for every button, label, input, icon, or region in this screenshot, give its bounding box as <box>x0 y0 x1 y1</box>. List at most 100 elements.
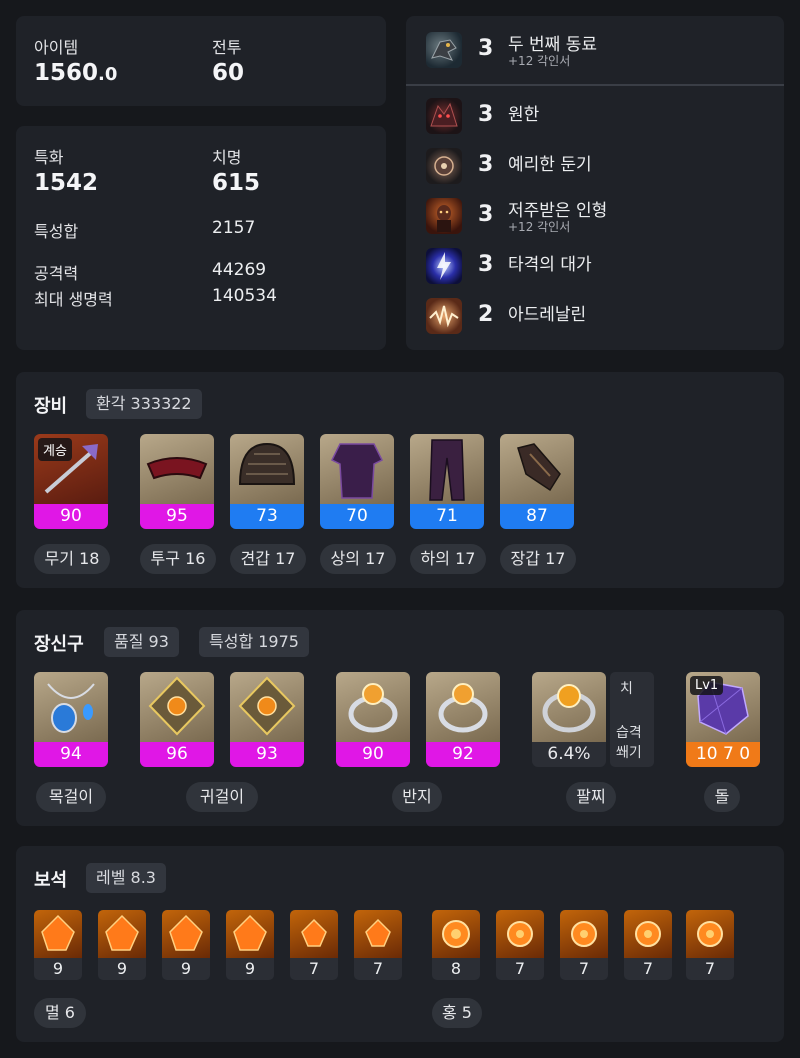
accessory-label-necklace: 목걸이 <box>36 782 106 812</box>
annihilation-gem[interactable]: 7 <box>290 910 338 980</box>
gem-level: 7 <box>290 958 338 980</box>
accessory-label-earring: 귀걸이 <box>186 782 258 812</box>
earring-icon <box>230 672 304 742</box>
equip-slot-shoulder[interactable]: 73 <box>230 434 304 529</box>
crimson-gem-icon <box>432 910 480 958</box>
engraving-row[interactable]: 3 원한 <box>426 96 786 136</box>
engraving-name: 원한 <box>508 105 540 125</box>
crimson-gem[interactable]: 7 <box>686 910 734 980</box>
annihilation-gem[interactable]: 9 <box>162 910 210 980</box>
attack-label: 공격력 <box>34 264 79 283</box>
annihilation-count-label: 멸 6 <box>34 998 86 1028</box>
bracelet-value: 6.4% <box>532 742 606 767</box>
ability-stone[interactable]: Lv1 10 7 0 <box>686 672 760 767</box>
inherit-tag: 계승 <box>38 438 72 461</box>
helmet-icon <box>140 434 214 504</box>
engraving-level: 3 <box>478 36 494 61</box>
crimson-gem-icon <box>496 910 544 958</box>
crit-value: 615 <box>212 170 261 196</box>
engravings-panel: 3 두 번째 동료 +12 각인서 3 원한 3 예리한 둔기 3 저주받은 인… <box>406 16 784 350</box>
gem-level: 7 <box>560 958 608 980</box>
annihilation-gem-icon <box>34 910 82 958</box>
annihilation-gem-icon <box>98 910 146 958</box>
crimson-gem[interactable]: 7 <box>496 910 544 980</box>
gems-panel: 보석 레벨 8.3 9 9 9 9 7 7 8 7 7 7 7 멸 6 홍 5 <box>16 846 784 1042</box>
quality-value: 95 <box>140 504 214 529</box>
crimson-gem[interactable]: 7 <box>560 910 608 980</box>
quality-value: 70 <box>320 504 394 529</box>
equip-slot-gloves[interactable]: 87 <box>500 434 574 529</box>
quality-value: 96 <box>140 742 214 767</box>
gem-level: 9 <box>98 958 146 980</box>
accessory-quality-chip: 품질 93 <box>104 627 179 657</box>
bracelet-effect-wedge: 쐐기 <box>616 745 642 761</box>
annihilation-gem[interactable]: 9 <box>226 910 274 980</box>
stone-value: 10 7 0 <box>686 742 760 767</box>
engraving-level: 3 <box>478 102 494 127</box>
accessories-title: 장신구 <box>34 634 84 655</box>
accessory-earring-1[interactable]: 96 <box>140 672 214 767</box>
gloves-icon <box>500 434 574 504</box>
gem-level: 9 <box>34 958 82 980</box>
gem-level-chip: 레벨 8.3 <box>86 863 166 893</box>
quality-value: 71 <box>410 504 484 529</box>
quality-value: 92 <box>426 742 500 767</box>
accessory-label-ring: 반지 <box>392 782 442 812</box>
annihilation-gem[interactable]: 9 <box>34 910 82 980</box>
equip-label-shoulder: 견갑 17 <box>230 544 306 574</box>
crimson-gem-icon <box>560 910 608 958</box>
necklace-icon <box>34 672 108 742</box>
accessories-panel: 장신구 품질 93 특성합 1975 94 96 93 90 92 6.4% 치… <box>16 610 784 826</box>
combat-level-value: 60 <box>212 60 245 86</box>
equip-slot-chest[interactable]: 70 <box>320 434 394 529</box>
max-hp-label: 최대 생명력 <box>34 290 113 309</box>
gem-level: 9 <box>162 958 210 980</box>
gem-level: 7 <box>624 958 672 980</box>
engraving-row[interactable]: 3 예리한 둔기 <box>426 146 786 186</box>
accessory-ring-1[interactable]: 90 <box>336 672 410 767</box>
spec-label: 특화 <box>34 148 64 167</box>
engraving-row[interactable]: 3 타격의 대가 <box>426 246 786 286</box>
gem-level: 7 <box>686 958 734 980</box>
equipment-panel: 장비 환각 333322 계승 90 95 73 70 71 87 무기 18 … <box>16 372 784 588</box>
crimson-count-label: 홍 5 <box>432 998 482 1028</box>
crimson-gem-icon <box>624 910 672 958</box>
equip-slot-pants[interactable]: 71 <box>410 434 484 529</box>
annihilation-gem[interactable]: 9 <box>98 910 146 980</box>
pants-icon <box>410 434 484 504</box>
engraving-book: +12 각인서 <box>508 54 571 68</box>
crimson-gem[interactable]: 7 <box>624 910 672 980</box>
bracelet-icon <box>532 672 606 742</box>
equip-label-chest: 상의 17 <box>320 544 396 574</box>
annihilation-gem-icon <box>226 910 274 958</box>
total-stat-label: 특성합 <box>34 222 79 241</box>
accessory-earring-2[interactable]: 93 <box>230 672 304 767</box>
quality-value: 94 <box>34 742 108 767</box>
engraving-name: 아드레날린 <box>508 305 587 325</box>
quality-value: 90 <box>34 504 108 529</box>
crimson-gem[interactable]: 8 <box>432 910 480 980</box>
engraving-row[interactable]: 2 아드레날린 <box>426 296 786 336</box>
engraving-row[interactable]: 3 저주받은 인형 +12 각인서 <box>426 196 786 236</box>
equip-slot-helmet[interactable]: 95 <box>140 434 214 529</box>
attack-value: 44269 <box>212 260 267 280</box>
equip-label-pants: 하의 17 <box>410 544 486 574</box>
engraving-name: 타격의 대가 <box>508 255 592 275</box>
equip-slot-weapon[interactable]: 계승 90 <box>34 434 108 529</box>
accessory-ring-2[interactable]: 92 <box>426 672 500 767</box>
gem-level: 9 <box>226 958 274 980</box>
bracelet-effect-raid: 습격 <box>616 725 642 741</box>
summary-panel: 아이템 1560.0 전투 60 <box>16 16 386 106</box>
annihilation-gem[interactable]: 7 <box>354 910 402 980</box>
chest-icon <box>320 434 394 504</box>
equip-label-weapon: 무기 18 <box>34 544 110 574</box>
beast-icon <box>426 98 462 134</box>
accessory-bracelet[interactable]: 6.4% <box>532 672 606 767</box>
engraving-row[interactable]: 3 두 번째 동료 +12 각인서 <box>426 30 786 70</box>
accessory-necklace[interactable]: 94 <box>34 672 108 767</box>
adrenaline-icon <box>426 298 462 334</box>
transcend-chip: 환각 333322 <box>86 389 202 419</box>
engraving-level: 2 <box>478 302 494 327</box>
shoulder-icon <box>230 434 304 504</box>
lightning-icon <box>426 248 462 284</box>
